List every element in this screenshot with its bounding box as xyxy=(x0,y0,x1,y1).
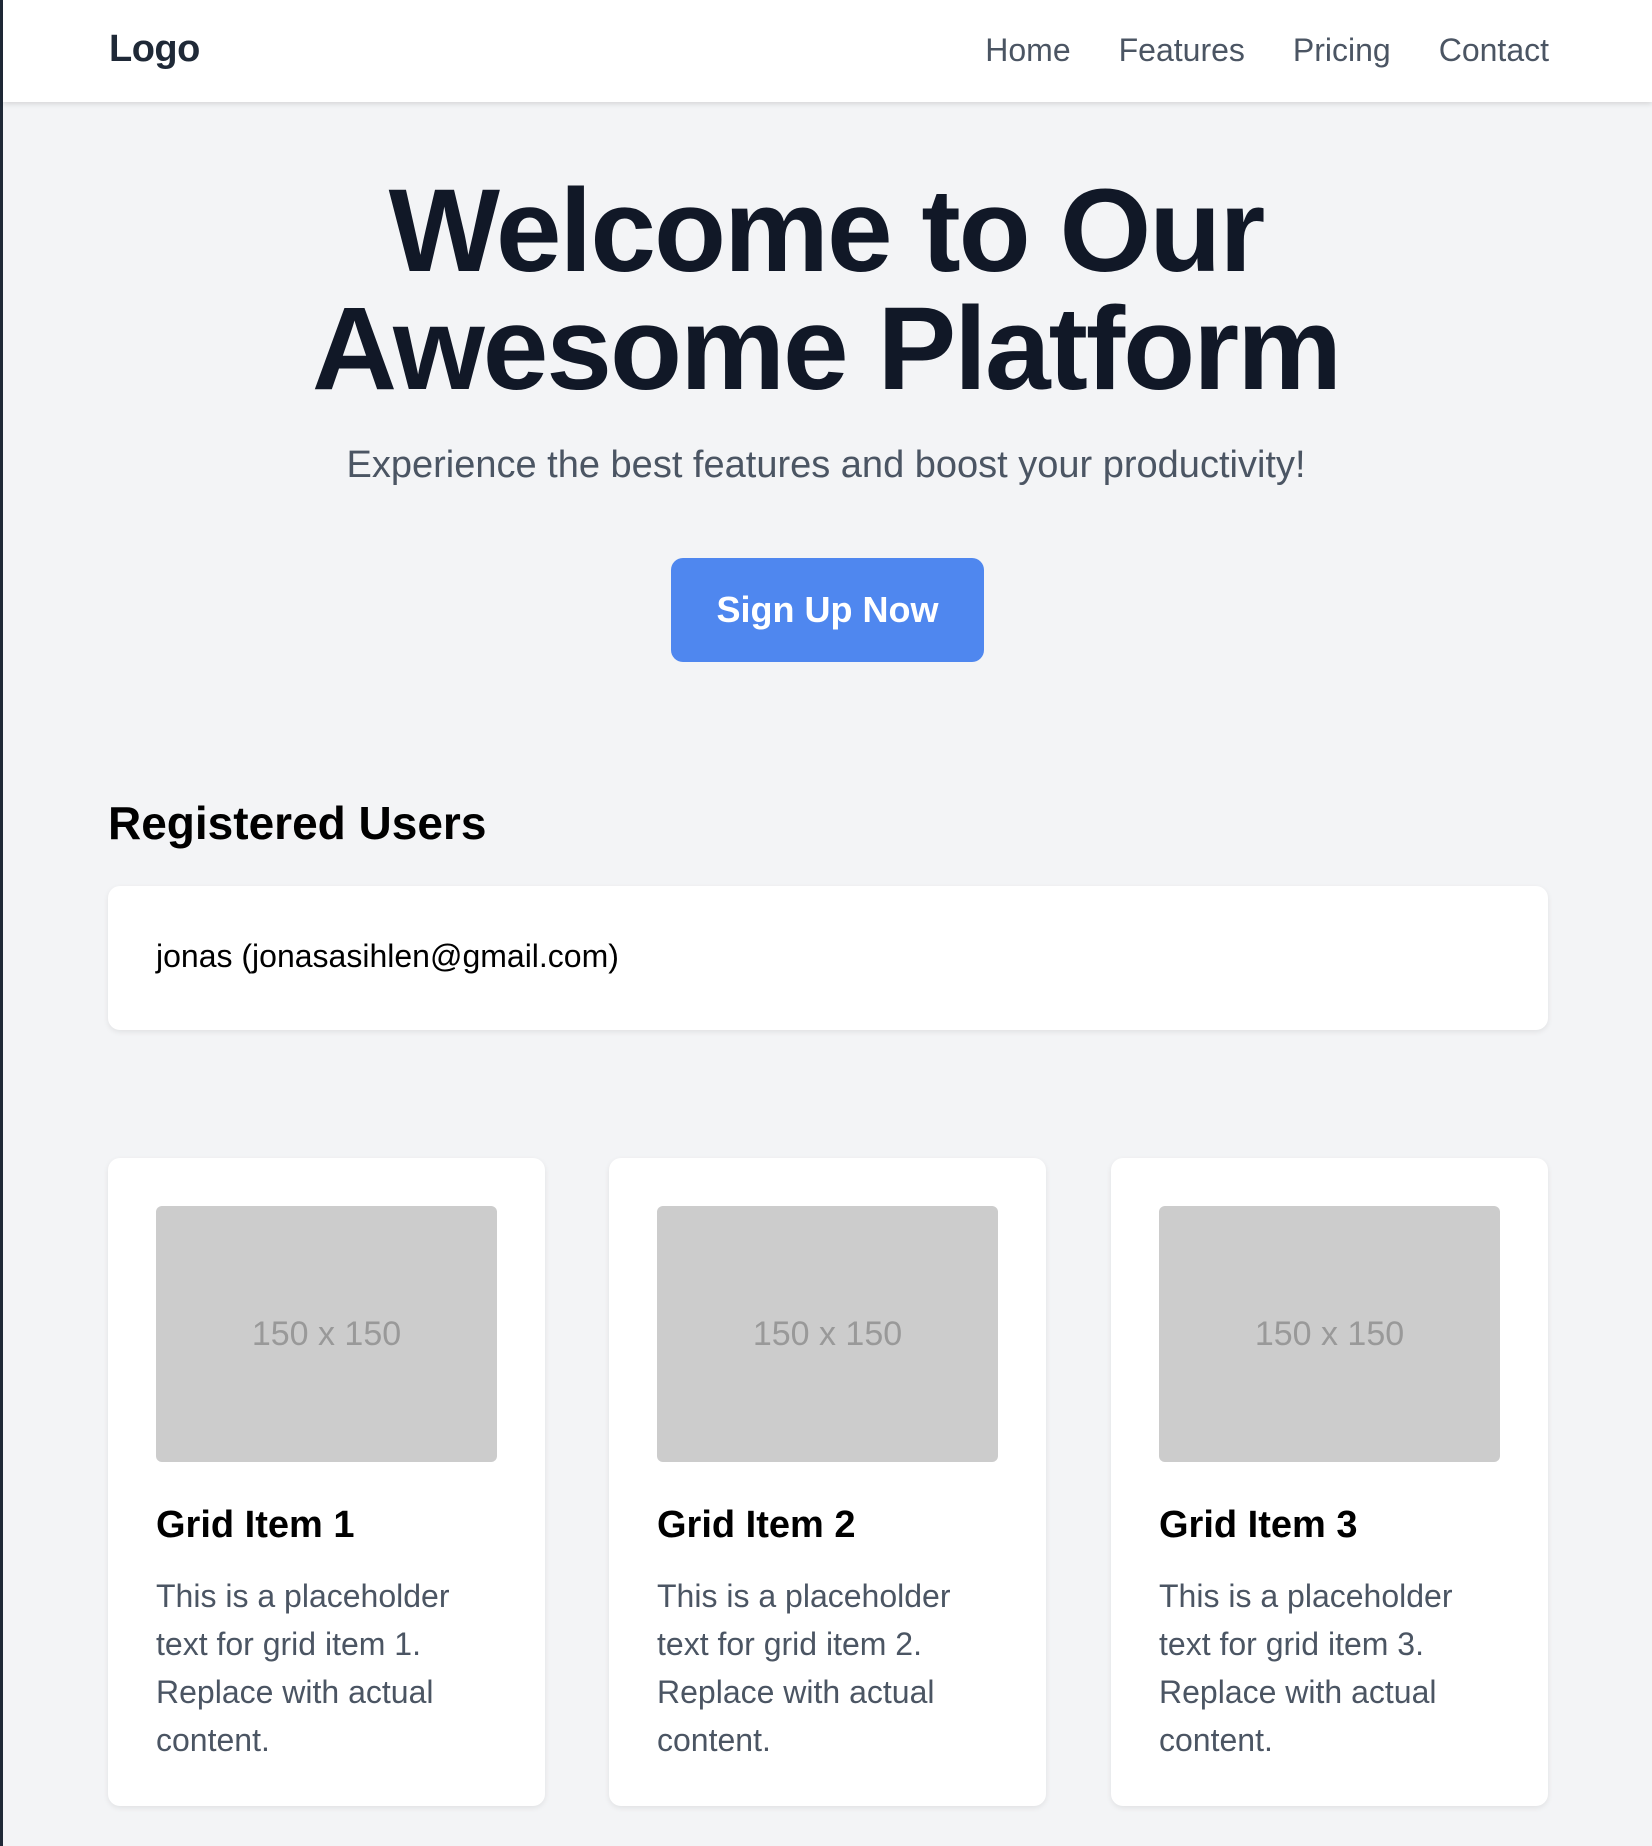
nav-link-pricing[interactable]: Pricing xyxy=(1293,32,1391,69)
grid-item-1: 150 x 150 Grid Item 1 This is a placehol… xyxy=(108,1158,545,1806)
hero-title-line-2: Awesome Platform xyxy=(311,283,1342,415)
user-entry: jonas (jonasasihlen@gmail.com) xyxy=(156,938,619,974)
hero-title-line-1: Welcome to Our xyxy=(388,165,1266,297)
grid-item-text: This is a placeholder text for grid item… xyxy=(657,1578,951,1758)
grid-item-title: Grid Item 3 xyxy=(1159,1504,1358,1546)
logo[interactable]: Logo xyxy=(109,28,200,71)
placeholder-image: 150 x 150 xyxy=(657,1206,998,1462)
grid-item-text: This is a placeholder text for grid item… xyxy=(156,1578,450,1758)
nav-link-contact[interactable]: Contact xyxy=(1439,32,1549,69)
grid-item-title: Grid Item 1 xyxy=(156,1504,355,1546)
grid-item-2: 150 x 150 Grid Item 2 This is a placehol… xyxy=(609,1158,1046,1806)
users-list: jonas (jonasasihlen@gmail.com) xyxy=(108,886,1548,1030)
hero-subtitle: Experience the best features and boost y… xyxy=(346,444,1306,486)
grid-item-3: 150 x 150 Grid Item 3 This is a placehol… xyxy=(1111,1158,1548,1806)
nav-links: Home Features Pricing Contact xyxy=(985,32,1549,69)
placeholder-image: 150 x 150 xyxy=(1159,1206,1500,1462)
nav-link-features[interactable]: Features xyxy=(1119,32,1245,69)
hero-title: Welcome to Our Awesome Platform xyxy=(0,172,1652,408)
registered-users-heading: Registered Users xyxy=(108,797,487,849)
placeholder-image: 150 x 150 xyxy=(156,1206,497,1462)
nav-link-home[interactable]: Home xyxy=(985,32,1070,69)
grid-item-text: This is a placeholder text for grid item… xyxy=(1159,1578,1453,1758)
navbar: Logo Home Features Pricing Contact xyxy=(3,0,1652,102)
sign-up-button[interactable]: Sign Up Now xyxy=(671,558,984,662)
grid-item-title: Grid Item 2 xyxy=(657,1504,856,1546)
